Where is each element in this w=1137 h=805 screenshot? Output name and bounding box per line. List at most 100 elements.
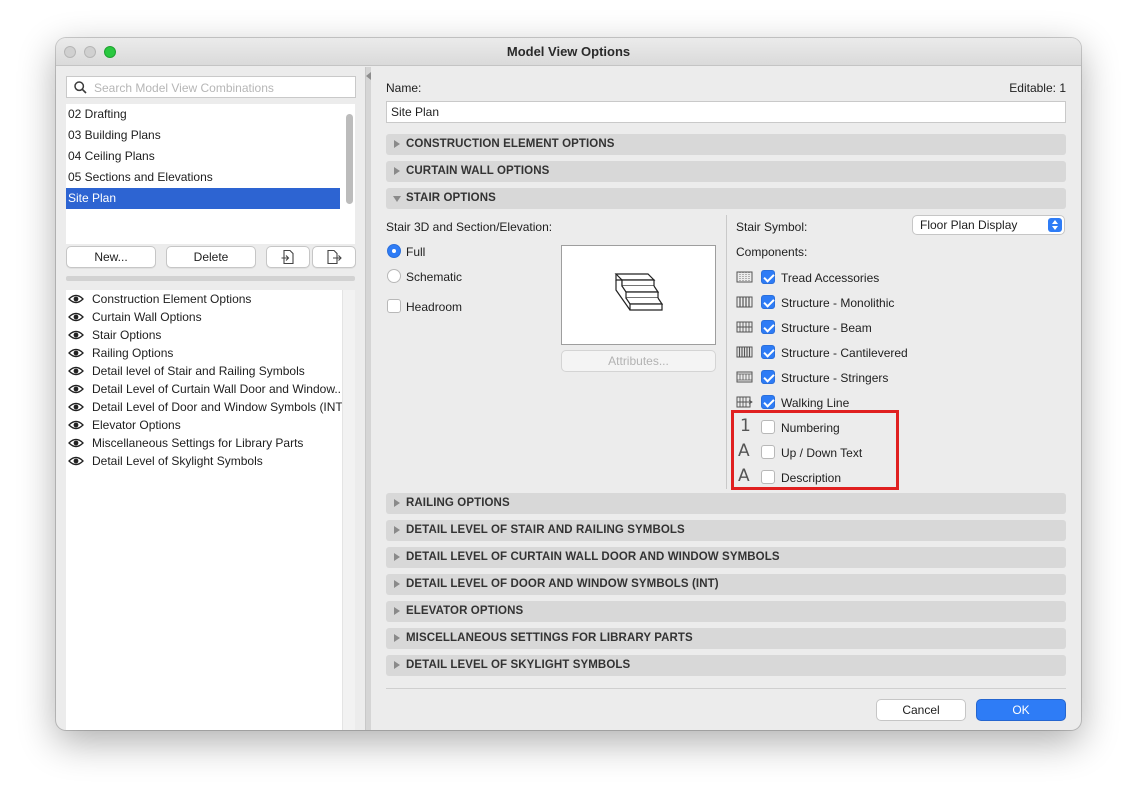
import-icon — [281, 249, 294, 265]
section-header[interactable]: DETAIL LEVEL OF STAIR AND RAILING SYMBOL… — [386, 520, 1066, 541]
component-checkbox[interactable] — [761, 270, 775, 284]
full-radio[interactable] — [387, 244, 401, 258]
eye-icon[interactable] — [68, 330, 84, 340]
view-setting-item[interactable]: Curtain Wall Options — [66, 308, 342, 326]
collapse-arrow-icon[interactable] — [366, 72, 371, 80]
section-title: STAIR OPTIONS — [406, 192, 496, 204]
structure-monolithic-icon — [736, 296, 753, 308]
headroom-label: Headroom — [406, 300, 463, 314]
headroom-checkbox[interactable] — [387, 299, 401, 313]
section-header[interactable]: CURTAIN WALL OPTIONS — [386, 161, 1066, 182]
component-checkbox[interactable] — [761, 345, 775, 359]
left-pane: Search Model View Combinations 02 Drafti… — [56, 67, 365, 730]
disclosure-triangle-icon — [394, 526, 400, 534]
stair-symbol-select[interactable]: Floor Plan Display — [912, 215, 1065, 235]
disclosure-triangle-icon — [393, 196, 401, 202]
stair-symbol-label: Stair Symbol: — [736, 220, 808, 234]
view-setting-label: Curtain Wall Options — [92, 310, 202, 324]
section-title: ELEVATOR OPTIONS — [406, 605, 524, 617]
options-divider — [726, 215, 727, 489]
export-icon — [327, 249, 342, 265]
section-header[interactable]: MISCELLANEOUS SETTINGS FOR LIBRARY PARTS — [386, 628, 1066, 649]
component-checkbox[interactable] — [761, 320, 775, 334]
section-header[interactable]: DETAIL LEVEL OF DOOR AND WINDOW SYMBOLS … — [386, 574, 1066, 595]
name-label: Name: — [386, 81, 422, 95]
chevron-updown-icon — [1048, 218, 1062, 232]
combination-item[interactable]: 02 Drafting — [66, 104, 340, 125]
view-setting-label: Detail Level of Curtain Wall Door and Wi… — [92, 382, 342, 396]
cancel-button[interactable]: Cancel — [876, 699, 966, 721]
component-label: Structure - Monolithic — [781, 296, 895, 310]
stair-mode-label: Stair 3D and Section/Elevation: — [386, 220, 553, 234]
section-title: DETAIL LEVEL OF DOOR AND WINDOW SYMBOLS … — [406, 578, 719, 590]
import-button[interactable] — [266, 246, 310, 268]
section-title: DETAIL LEVEL OF STAIR AND RAILING SYMBOL… — [406, 524, 685, 536]
eye-icon[interactable] — [68, 348, 84, 358]
combination-item[interactable]: 05 Sections and Elevations — [66, 167, 340, 188]
view-setting-label: Elevator Options — [92, 418, 181, 432]
section-title: CONSTRUCTION ELEMENT OPTIONS — [406, 138, 615, 150]
disclosure-triangle-icon — [394, 140, 400, 148]
editable-label: Editable: 1 — [1009, 81, 1066, 95]
disclosure-triangle-icon — [394, 580, 400, 588]
eye-icon[interactable] — [68, 366, 84, 376]
search-placeholder: Search Model View Combinations — [94, 81, 274, 95]
stair-preview — [561, 245, 716, 345]
stair-symbol-value: Floor Plan Display — [920, 218, 1018, 232]
eye-icon[interactable] — [68, 438, 84, 448]
component-checkbox[interactable] — [761, 295, 775, 309]
eye-icon[interactable] — [68, 294, 84, 304]
walking-line-icon — [736, 396, 753, 408]
view-setting-item[interactable]: Miscellaneous Settings for Library Parts — [66, 434, 342, 452]
view-setting-item[interactable]: Stair Options — [66, 326, 342, 344]
model-view-options-dialog: Model View Options Search Model View Com… — [56, 38, 1081, 730]
footer-divider — [386, 688, 1066, 689]
combination-list-scrollbar[interactable] — [346, 114, 353, 204]
component-checkbox[interactable] — [761, 395, 775, 409]
component-checkbox[interactable] — [761, 370, 775, 384]
component-label: Walking Line — [781, 396, 850, 410]
disclosure-triangle-icon — [394, 167, 400, 175]
view-setting-item[interactable]: Detail Level of Curtain Wall Door and Wi… — [66, 380, 342, 398]
disclosure-triangle-icon — [394, 661, 400, 669]
name-field[interactable]: Site Plan — [386, 101, 1066, 123]
section-header[interactable]: STAIR OPTIONS — [386, 188, 1066, 209]
list-divider[interactable] — [66, 276, 355, 281]
section-header[interactable]: ELEVATOR OPTIONS — [386, 601, 1066, 622]
combination-item[interactable]: Site Plan — [66, 188, 340, 209]
view-settings-scrollbar[interactable] — [342, 290, 355, 730]
view-setting-item[interactable]: Detail Level of Door and Window Symbols … — [66, 398, 342, 416]
tread-accessories-icon — [736, 271, 753, 283]
delete-button[interactable]: Delete — [166, 246, 256, 268]
new-button[interactable]: New... — [66, 246, 156, 268]
view-setting-item[interactable]: Railing Options — [66, 344, 342, 362]
view-setting-item[interactable]: Detail Level of Skylight Symbols — [66, 452, 342, 470]
schematic-label: Schematic — [406, 270, 463, 284]
window-title: Model View Options — [506, 44, 631, 59]
search-field[interactable]: Search Model View Combinations — [66, 76, 356, 98]
eye-icon[interactable] — [68, 312, 84, 322]
section-header[interactable]: DETAIL LEVEL OF SKYLIGHT SYMBOLS — [386, 655, 1066, 676]
combination-item[interactable]: 03 Building Plans — [66, 125, 340, 146]
section-title: DETAIL LEVEL OF CURTAIN WALL DOOR AND WI… — [406, 551, 780, 563]
highlight-box — [731, 410, 899, 490]
schematic-radio[interactable] — [387, 269, 401, 283]
attributes-button[interactable]: Attributes... — [561, 350, 716, 372]
export-button[interactable] — [312, 246, 356, 268]
pane-splitter[interactable] — [365, 67, 371, 730]
section-header[interactable]: CONSTRUCTION ELEMENT OPTIONS — [386, 134, 1066, 155]
section-header[interactable]: DETAIL LEVEL OF CURTAIN WALL DOOR AND WI… — [386, 547, 1066, 568]
eye-icon[interactable] — [68, 384, 84, 394]
view-setting-item[interactable]: Elevator Options — [66, 416, 342, 434]
section-header[interactable]: RAILING OPTIONS — [386, 493, 1066, 514]
view-setting-label: Stair Options — [92, 328, 162, 342]
eye-icon[interactable] — [68, 456, 84, 466]
view-setting-item[interactable]: Construction Element Options — [66, 290, 342, 308]
ok-button[interactable]: OK — [976, 699, 1066, 721]
combination-item[interactable]: 04 Ceiling Plans — [66, 146, 340, 167]
eye-icon[interactable] — [68, 420, 84, 430]
eye-icon[interactable] — [68, 402, 84, 412]
section-title: RAILING OPTIONS — [406, 497, 510, 509]
view-setting-item[interactable]: Detail level of Stair and Railing Symbol… — [66, 362, 342, 380]
view-setting-label: Railing Options — [92, 346, 174, 360]
